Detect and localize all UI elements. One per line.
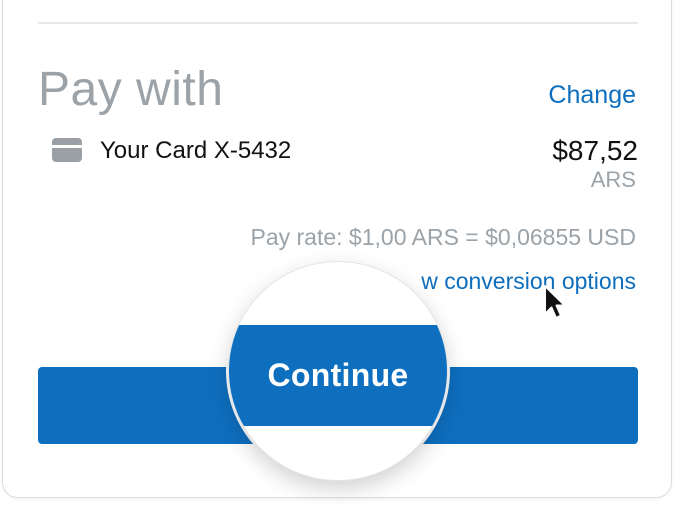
card-name: Your Card X-5432 (100, 137, 292, 164)
view-conversion-options-link[interactable]: w conversion options (421, 266, 636, 296)
card-stripe (52, 145, 82, 148)
page: Pay with Change Your Card X-5432 $87,52 … (0, 0, 676, 505)
mouse-pointer-icon (544, 285, 566, 319)
continue-button-label: Continue (267, 357, 409, 393)
pay-rate-text: Pay rate: $1,00 ARS = $0,06855 USD (250, 224, 637, 250)
payment-amount: $87,52 (552, 135, 638, 166)
payment-currency: ARS (590, 167, 636, 192)
pay-with-heading: Pay with (38, 63, 224, 116)
credit-card-icon (52, 138, 82, 162)
change-link[interactable]: Change (548, 80, 636, 110)
magnifier-lens: Continue (228, 261, 448, 481)
divider (38, 22, 638, 24)
